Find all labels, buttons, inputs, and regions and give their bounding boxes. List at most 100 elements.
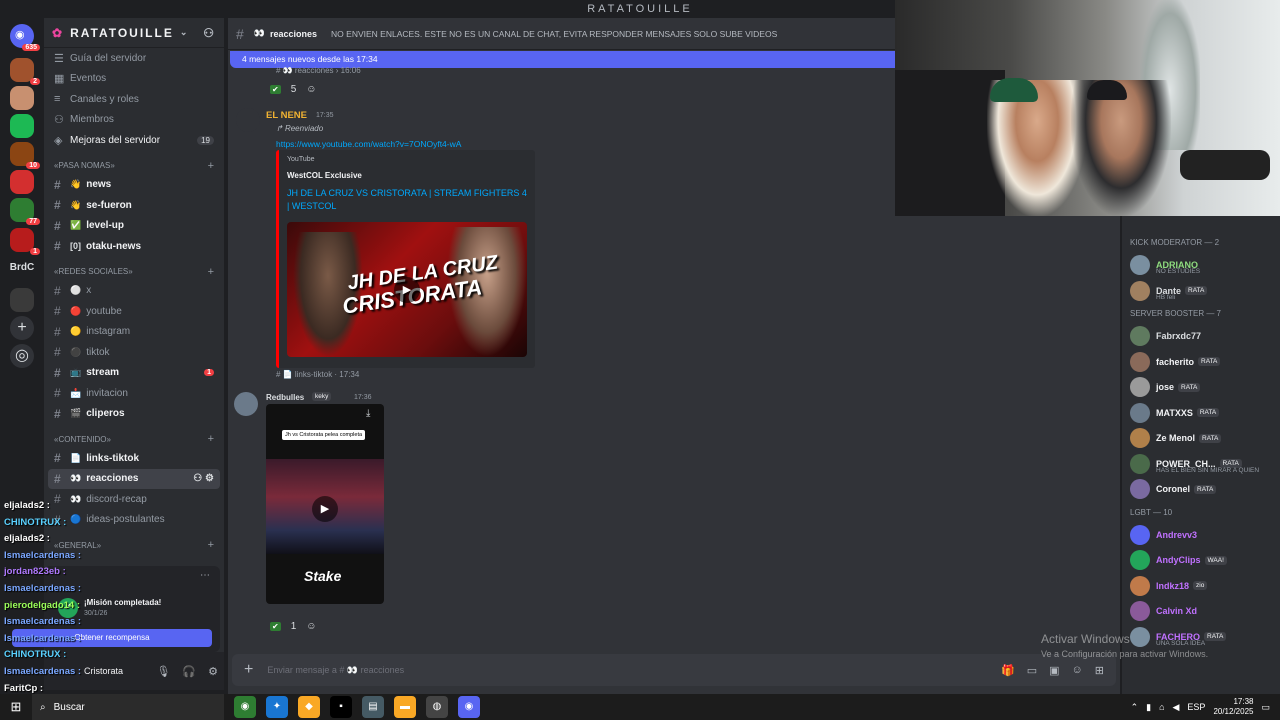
- gift-icon[interactable]: 🎁: [1001, 664, 1015, 677]
- mic-tray-icon[interactable]: ▮: [1146, 702, 1151, 713]
- network-icon[interactable]: ⌂: [1159, 702, 1164, 712]
- channel-youtube[interactable]: # 🔴 youtube: [48, 301, 220, 322]
- category-header[interactable]: «PASA NOMAS» +: [44, 157, 224, 175]
- add-channel-icon[interactable]: +: [208, 433, 214, 445]
- category-header[interactable]: «REDES SOCIALES» +: [44, 263, 224, 281]
- member-item[interactable]: lndkz18 zio: [1130, 575, 1278, 597]
- windows-start-icon[interactable]: ⊞: [0, 699, 32, 715]
- channel-links-tiktok[interactable]: # 📄 links-tiktok: [48, 448, 220, 469]
- live-app-icon[interactable]: ▪: [330, 696, 352, 718]
- check-reaction-icon[interactable]: ✔: [270, 622, 281, 631]
- add-reaction-icon[interactable]: ☺: [306, 84, 316, 95]
- channel-settings-icon[interactable]: ⚇ ⚙: [193, 473, 214, 484]
- add-server-icon[interactable]: +: [10, 316, 34, 340]
- message-author[interactable]: EL NENE: [266, 110, 307, 121]
- taskbar-search[interactable]: ⌕ Buscar: [32, 694, 224, 720]
- member-name: Fabrxdc77: [1156, 331, 1202, 341]
- member-item[interactable]: AndyClips WAA!: [1130, 549, 1278, 571]
- chevron-up-icon[interactable]: ⌃: [1131, 702, 1139, 713]
- message-author[interactable]: Redbulles: [266, 393, 304, 402]
- play-icon[interactable]: ▶: [394, 277, 420, 303]
- channel-stream[interactable]: # 📺 stream 1: [48, 363, 220, 384]
- channel-topic[interactable]: NO ENVIEN ENLACES. ESTE NO ES UN CANAL D…: [331, 29, 777, 39]
- gif-icon[interactable]: ▭: [1027, 664, 1037, 677]
- member-item[interactable]: jose RATA: [1130, 376, 1278, 398]
- channel-level-up[interactable]: # ✅ level-up: [48, 216, 220, 237]
- add-channel-icon[interactable]: +: [208, 160, 214, 172]
- member-item[interactable]: Calvin Xd: [1130, 600, 1278, 622]
- member-item[interactable]: Fabrxdc77: [1130, 325, 1278, 347]
- explore-icon[interactable]: ◎: [10, 344, 34, 368]
- sidebar-item[interactable]: ⚇ Miembros: [44, 110, 224, 131]
- channel-tiktok[interactable]: # ⚫ tiktok: [48, 342, 220, 363]
- server-icon[interactable]: [10, 86, 34, 110]
- file-explorer-icon[interactable]: ▬: [394, 696, 416, 718]
- server-icon[interactable]: [10, 288, 34, 312]
- home-button[interactable]: ◉ 635: [10, 24, 40, 51]
- sidebar-item[interactable]: ≡ Canales y roles: [44, 89, 224, 110]
- member-item[interactable]: MATXXS RATA: [1130, 402, 1278, 424]
- reaction-bar[interactable]: ✔ 1 ☺: [270, 621, 316, 632]
- volume-icon[interactable]: ◀: [1173, 702, 1180, 713]
- channel-cliperos[interactable]: # 🎬 cliperos: [48, 404, 220, 425]
- server-icon[interactable]: 2: [10, 58, 40, 85]
- member-item[interactable]: POWER_CH... RATA HAS EL BIEN SIN MIRAR A Q…: [1130, 453, 1278, 475]
- category-header[interactable]: «CONTENIDO» +: [44, 430, 224, 448]
- sticker-icon[interactable]: ▣: [1049, 664, 1059, 677]
- book-icon: ☰: [54, 52, 64, 65]
- emoji-icon[interactable]: ☺: [1072, 664, 1083, 677]
- member-item[interactable]: facherito RATA: [1130, 351, 1278, 373]
- video-attachment[interactable]: ⤓ Jh vs Cristorata pelea completa ▶ Stak…: [266, 404, 384, 604]
- sidebar-item[interactable]: ◈ Mejoras del servidor 19: [44, 130, 224, 151]
- apps-icon[interactable]: ⊞: [1095, 664, 1104, 677]
- avatar[interactable]: [234, 392, 258, 416]
- channel-x[interactable]: # ⚪ x: [48, 281, 220, 302]
- check-reaction-icon[interactable]: ✔: [270, 85, 281, 94]
- reaction-bar[interactable]: ✔ 5 ☺: [270, 84, 316, 95]
- member-item[interactable]: Ze Menol RATA: [1130, 427, 1278, 449]
- sidebar-item-label: Guía del servidor: [70, 52, 147, 64]
- video-thumbnail[interactable]: JH DE LA CRUZ CRISTORATA ▶: [287, 222, 527, 357]
- server-icon[interactable]: 1: [10, 228, 40, 255]
- attach-plus-icon[interactable]: +: [244, 661, 253, 679]
- channel-invitacion[interactable]: # 📩 invitacion: [48, 383, 220, 404]
- channel-news[interactable]: # 👋 news: [48, 175, 220, 196]
- member-item[interactable]: Andrevv3: [1130, 524, 1278, 546]
- sidebar-item[interactable]: ▦ Eventos: [44, 69, 224, 90]
- member-item[interactable]: Coronel RATA: [1130, 478, 1278, 500]
- member-item[interactable]: ADRIANO NO ESTUDIES: [1130, 254, 1278, 276]
- app-icon[interactable]: ◆: [298, 696, 320, 718]
- language-indicator[interactable]: ESP: [1187, 702, 1205, 712]
- server-icon[interactable]: 10: [10, 142, 40, 169]
- discord-taskbar-icon[interactable]: ◉: [458, 696, 480, 718]
- embed-author[interactable]: WestCOL Exclusive: [287, 171, 362, 180]
- avatar[interactable]: [236, 108, 260, 132]
- youtube-link[interactable]: https://www.youtube.com/watch?v=7ONOyft4…: [276, 139, 461, 149]
- add-reaction-icon[interactable]: ☺: [306, 621, 316, 632]
- forward-source[interactable]: # 👀 reacciones › 16:06: [276, 66, 361, 75]
- server-icon[interactable]: 77: [10, 198, 40, 225]
- server-header[interactable]: ✿ RATATOUILLE ⌄ ⚇: [44, 18, 224, 48]
- forward-source[interactable]: # 📄 links-tiktok · 17:34: [276, 370, 359, 379]
- channel-instagram[interactable]: # 🟡 instagram: [48, 322, 220, 343]
- clock[interactable]: 17:38 20/12/2025: [1213, 697, 1253, 717]
- channel-se-fueron[interactable]: # 👋 se-fueron: [48, 195, 220, 216]
- copilot-icon[interactable]: ✦: [266, 696, 288, 718]
- channel-reacciones[interactable]: # 👀 reacciones ⚇ ⚙: [48, 468, 220, 489]
- download-icon[interactable]: ⤓: [366, 408, 370, 419]
- chrome-icon[interactable]: ◉: [234, 696, 256, 718]
- obs-icon[interactable]: ◍: [426, 696, 448, 718]
- channel-otaku-news[interactable]: # [0] otaku-news: [48, 236, 220, 257]
- server-abbrev[interactable]: BrdC: [4, 262, 40, 273]
- sidebar-item[interactable]: ☰ Guía del servidor: [44, 48, 224, 69]
- notifications-icon[interactable]: ▭: [1261, 702, 1270, 713]
- member-item[interactable]: Dante RATA HB feli: [1130, 280, 1278, 302]
- message-composer[interactable]: + Enviar mensaje a # 👀 reacciones 🎁 ▭ ▣ …: [232, 654, 1116, 686]
- add-channel-icon[interactable]: +: [208, 266, 214, 278]
- notepad-icon[interactable]: ▤: [362, 696, 384, 718]
- server-icon[interactable]: [10, 170, 34, 194]
- play-icon[interactable]: ▶: [312, 496, 338, 522]
- server-icon[interactable]: [10, 114, 34, 138]
- embed-title[interactable]: JH DE LA CRUZ VS CRISTORATA | STREAM FIG…: [287, 187, 527, 213]
- add-person-icon[interactable]: ⚇: [203, 26, 216, 40]
